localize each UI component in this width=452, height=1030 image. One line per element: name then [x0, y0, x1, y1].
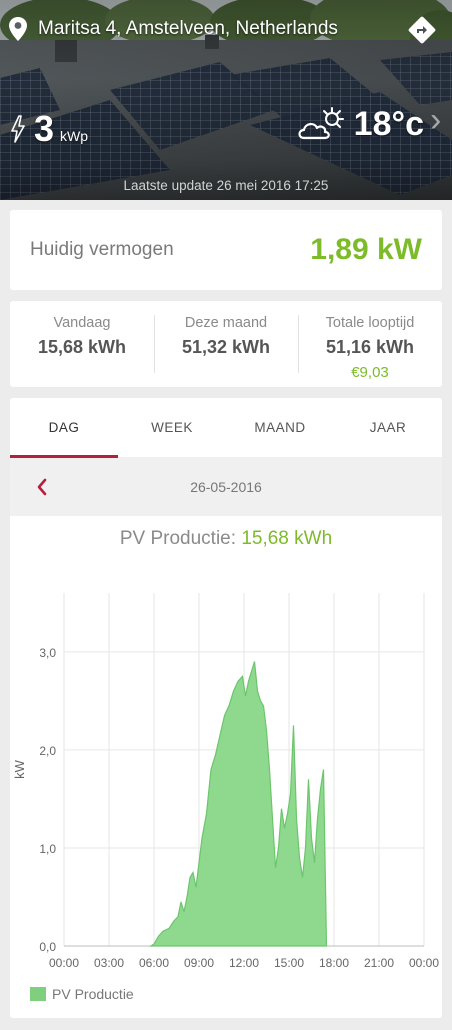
stat-total: Totale looptijd 51,16 kWh €9,03 — [298, 301, 442, 387]
legend-swatch — [30, 987, 46, 1001]
x-tick-label: 18:00 — [319, 956, 349, 970]
period-tabs: DAG WEEK MAAND JAAR — [10, 398, 442, 458]
temperature: 18°c — [353, 104, 424, 143]
stat-value: 15,68 kWh — [37, 337, 127, 357]
x-tick-label: 09:00 — [184, 956, 214, 970]
location-text: Maritsa 4, Amstelveen, Netherlands — [38, 18, 338, 39]
x-tick-label: 12:00 — [229, 956, 259, 970]
tab-jaar[interactable]: JAAR — [334, 398, 442, 457]
production-chart: 0,0 1,0 2,0 3,0 00:00 03:00 06:00 09:00 12:00 15:… — [10, 563, 442, 1018]
x-tick-label: 03:00 — [94, 956, 124, 970]
legend-label: PV Productie — [52, 986, 134, 1002]
y-tick-label: 0,0 — [39, 940, 56, 954]
lightning-icon — [11, 115, 25, 143]
stat-savings: €9,03 — [351, 364, 389, 381]
current-power-value: 1,89 kW — [310, 233, 422, 266]
y-tick-label: 2,0 — [39, 744, 56, 758]
capacity-unit: kWp — [60, 128, 89, 144]
current-power-card: Huidig vermogen 1,89 kW — [10, 210, 442, 290]
chevron-right-icon[interactable]: › — [430, 100, 450, 140]
location-row[interactable]: Maritsa 4, Amstelveen, Netherlands — [8, 16, 338, 42]
series-area-pv-productie — [149, 661, 328, 947]
partly-cloudy-icon — [298, 107, 344, 140]
y-tick-label: 1,0 — [39, 842, 56, 856]
energy-stats-card: Vandaag 15,68 kWh Deze maand 51,32 kWh T… — [10, 301, 442, 387]
y-tick-label: 3,0 — [39, 646, 56, 660]
date-navigator: 26-05-2016 — [10, 458, 442, 516]
capacity-display: 3 kWp — [10, 108, 88, 150]
tab-maand[interactable]: MAAND — [226, 398, 334, 457]
production-title: PV Productie: 15,68 kWh — [10, 528, 442, 550]
x-tick-label: 15:00 — [274, 956, 304, 970]
stat-label: Totale looptijd — [325, 315, 415, 331]
selected-date: 26-05-2016 — [190, 479, 262, 495]
production-value: 15,68 kWh — [241, 528, 333, 549]
chevron-left-icon[interactable] — [34, 475, 50, 499]
x-tick-label: 00:00 — [409, 956, 439, 970]
current-power-label: Huidig vermogen — [30, 239, 174, 260]
stat-today: Vandaag 15,68 kWh — [10, 301, 154, 387]
stat-this-month: Deze maand 51,32 kWh — [154, 301, 298, 387]
weather-display: 18°c — [296, 104, 424, 144]
chart-legend[interactable]: PV Productie — [30, 986, 134, 1002]
x-tick-label: 06:00 — [139, 956, 169, 970]
location-pin-icon — [9, 17, 27, 41]
tab-dag[interactable]: DAG — [10, 398, 118, 458]
header-banner: Maritsa 4, Amstelveen, Netherlands 3 kWp… — [0, 0, 452, 200]
production-chart-svg: 0,0 1,0 2,0 3,0 00:00 03:00 06:00 09:00 12:00 15:… — [12, 593, 439, 970]
x-tick-label: 21:00 — [364, 956, 394, 970]
last-update-text: Laatste update 26 mei 2016 17:25 — [123, 178, 329, 193]
directions-icon[interactable] — [408, 16, 436, 44]
tab-week[interactable]: WEEK — [118, 398, 226, 457]
x-tick-label: 00:00 — [49, 956, 79, 970]
stat-value: 51,16 kWh — [325, 337, 415, 357]
production-chart-card: DAG WEEK MAAND JAAR 26-05-2016 PV Produc… — [10, 398, 442, 1018]
capacity-value: 3 — [34, 108, 55, 149]
stat-label: Deze maand — [184, 315, 268, 331]
stat-label: Vandaag — [53, 315, 111, 331]
stat-value: 51,32 kWh — [181, 337, 271, 357]
production-label: PV Productie: — [119, 528, 237, 549]
y-axis-label: kW — [12, 759, 27, 779]
